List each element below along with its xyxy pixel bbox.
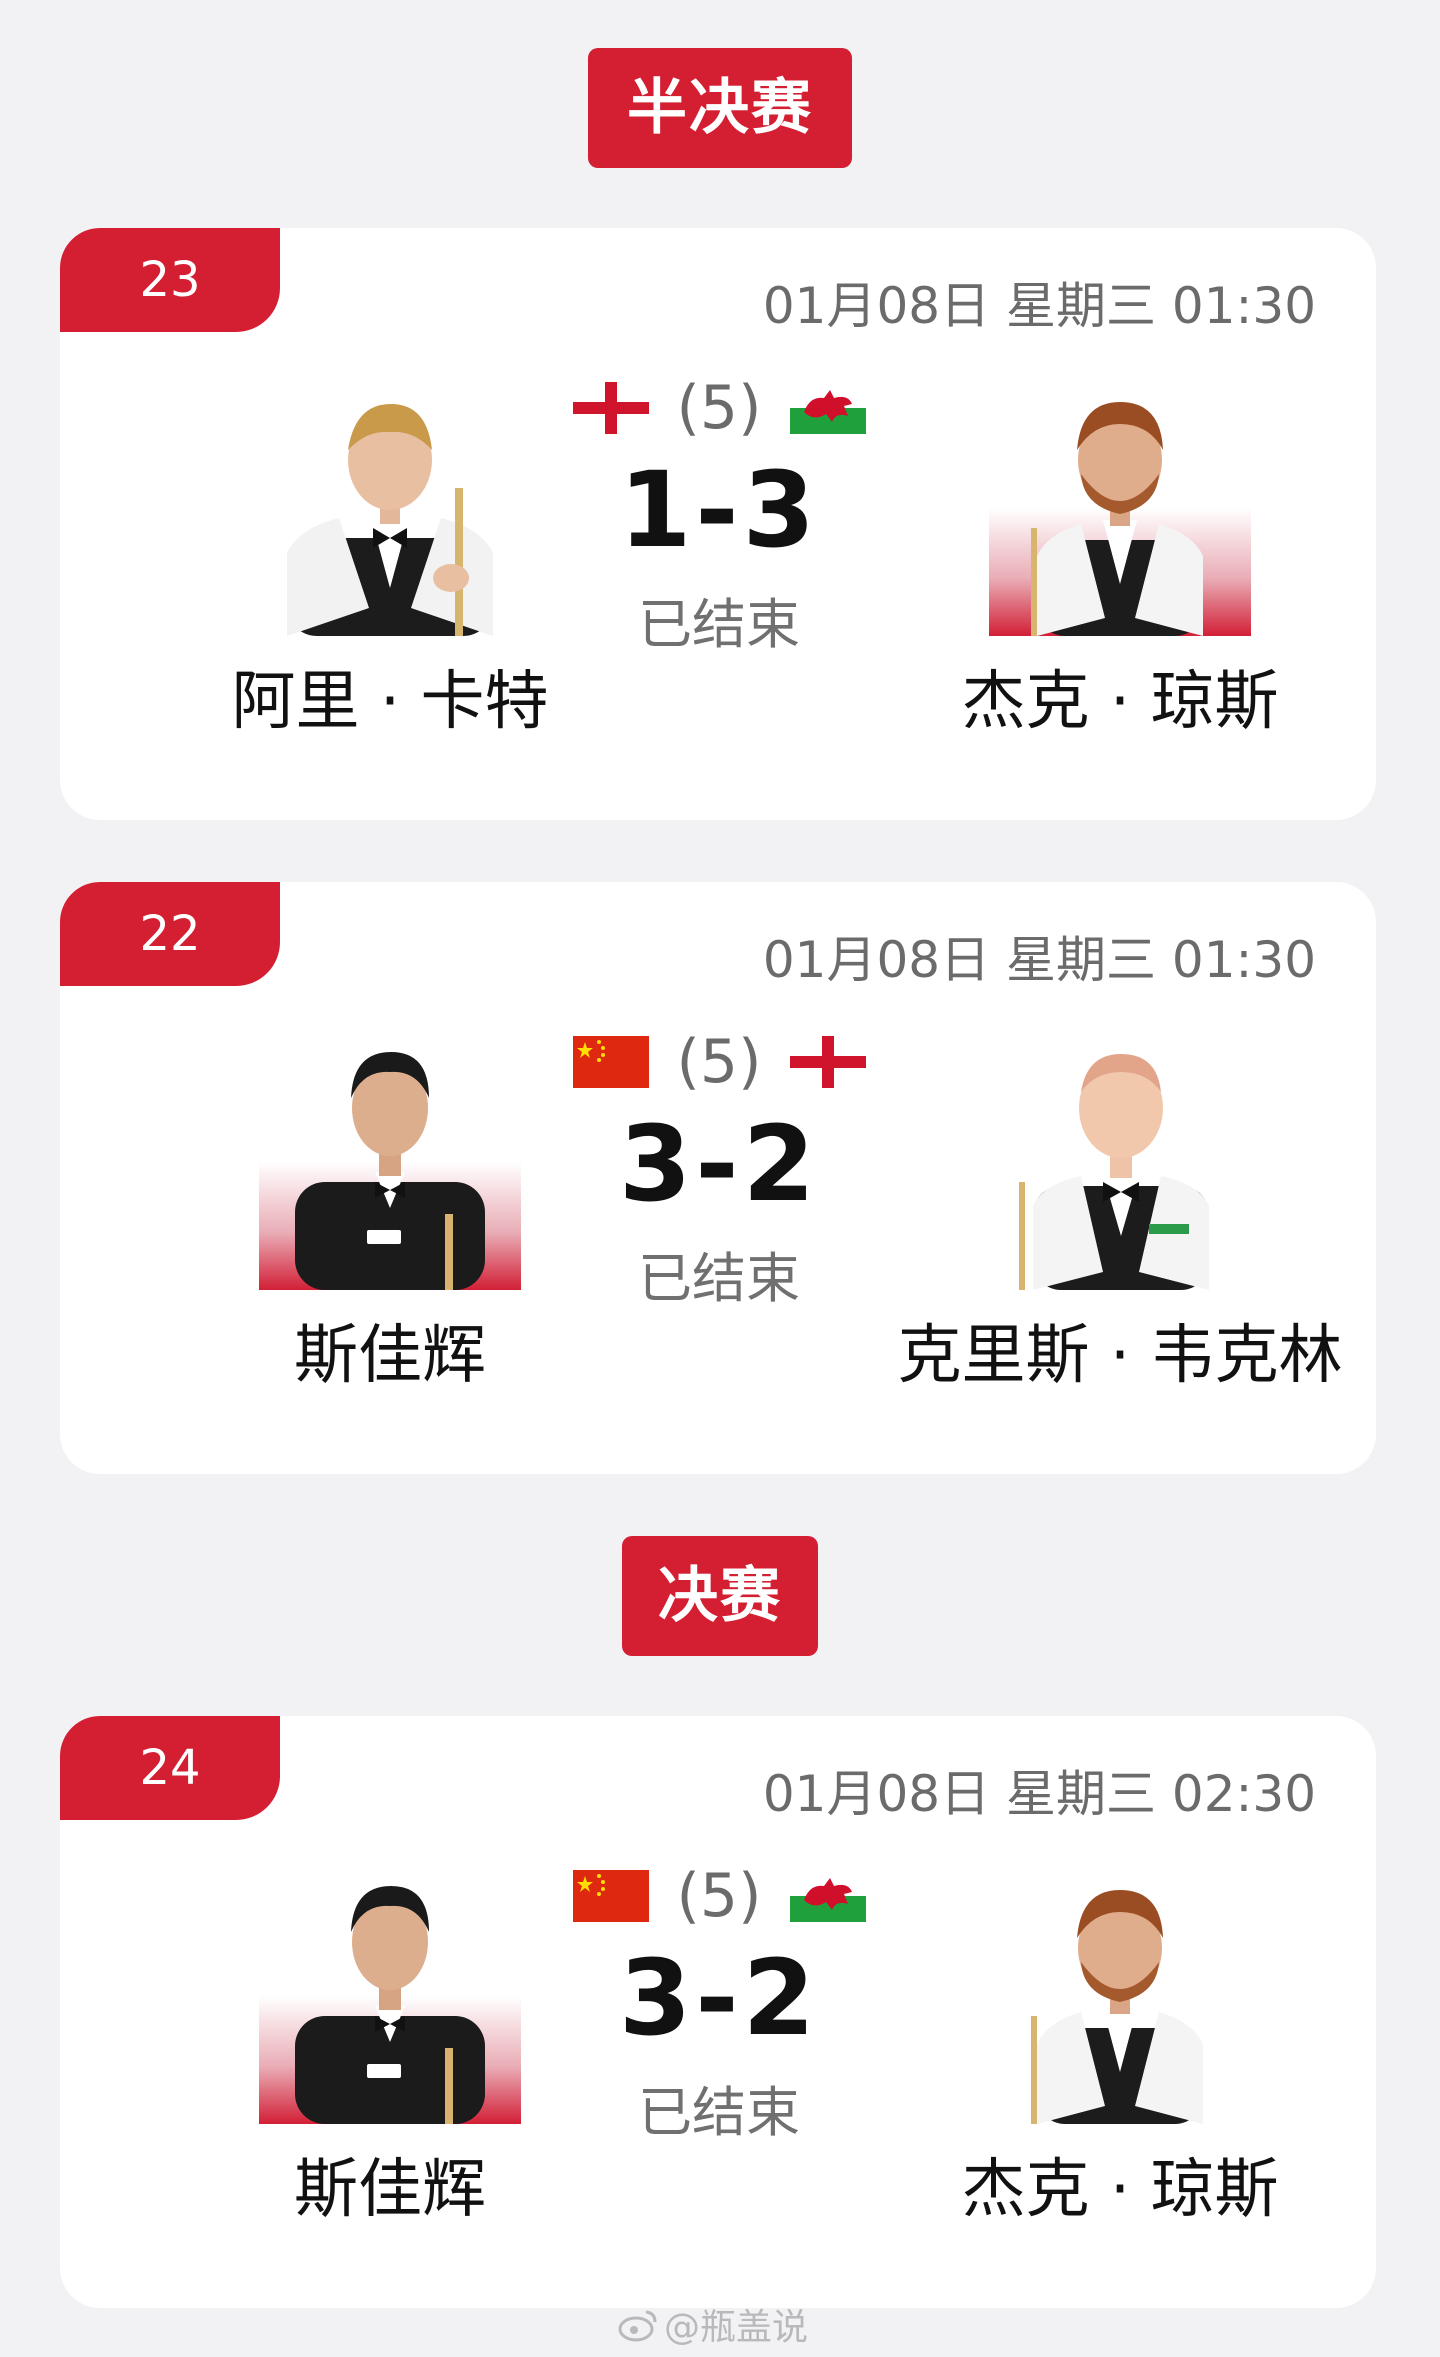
england-flag-icon xyxy=(572,382,649,434)
player-right[interactable]: 杰克 · 琼斯 xyxy=(880,1866,1360,2230)
match-status: 已结束 xyxy=(638,1247,800,1310)
match-datetime: 01月08日 星期三 01:30 xyxy=(762,277,1316,335)
score-panel: (5) 1-3 已结束 xyxy=(530,366,908,659)
best-of-frames: (5) xyxy=(676,1027,762,1097)
match-datetime: 01月08日 星期三 02:30 xyxy=(762,1765,1316,1823)
player-avatar xyxy=(989,1866,1251,2124)
player-avatar xyxy=(259,378,521,636)
match-status: 已结束 xyxy=(638,2081,800,2144)
match-score: 3-2 xyxy=(619,1103,819,1225)
player-name: 斯佳辉 xyxy=(294,2153,486,2227)
player-avatar xyxy=(989,1032,1251,1290)
player-avatar xyxy=(259,1032,521,1290)
match-number: 22 xyxy=(60,882,280,986)
match-number: 23 xyxy=(60,228,280,332)
player-name: 阿里 · 卡特 xyxy=(231,665,549,739)
match-datetime: 01月08日 星期三 01:30 xyxy=(762,931,1316,989)
match-card[interactable]: 23 01月08日 星期三 01:30 阿里 · 卡特 (5) 1-3 已结束 … xyxy=(60,228,1376,820)
match-card[interactable]: 24 01月08日 星期三 02:30 斯佳辉 (5) 3-2 已结束 杰克 ·… xyxy=(60,1716,1376,2308)
player-right[interactable]: 杰克 · 琼斯 xyxy=(880,378,1360,742)
england-flag-icon xyxy=(789,1036,866,1088)
wales-flag-icon xyxy=(789,382,866,434)
player-name: 斯佳辉 xyxy=(294,1319,486,1393)
player-name: 杰克 · 琼斯 xyxy=(961,2153,1279,2227)
weibo-icon xyxy=(618,2308,658,2351)
score-panel: (5) 3-2 已结束 xyxy=(530,1854,908,2147)
best-of-frames: (5) xyxy=(676,373,762,443)
china-flag-icon xyxy=(572,1870,649,1922)
match-score: 1-3 xyxy=(619,449,819,571)
match-number: 24 xyxy=(60,1716,280,1820)
watermark-text: @瓶盖说 xyxy=(664,2307,809,2348)
player-name: 克里斯 · 韦克林 xyxy=(897,1319,1343,1393)
section-title-semifinal: 半决赛 xyxy=(588,48,852,168)
player-avatar xyxy=(259,1866,521,2124)
match-score: 3-2 xyxy=(619,1937,819,2059)
watermark: @瓶盖说 xyxy=(618,2298,808,2351)
best-of-frames: (5) xyxy=(676,1861,762,1931)
china-flag-icon xyxy=(572,1036,649,1088)
match-card[interactable]: 22 01月08日 星期三 01:30 斯佳辉 (5) 3-2 已结束 克里斯 … xyxy=(60,882,1376,1474)
section-title-final: 决赛 xyxy=(622,1536,818,1656)
player-right[interactable]: 克里斯 · 韦克林 xyxy=(880,1032,1360,1396)
player-avatar xyxy=(989,378,1251,636)
score-panel: (5) 3-2 已结束 xyxy=(530,1020,908,1313)
wales-flag-icon xyxy=(789,1870,866,1922)
player-name: 杰克 · 琼斯 xyxy=(961,665,1279,739)
match-status: 已结束 xyxy=(638,593,800,656)
